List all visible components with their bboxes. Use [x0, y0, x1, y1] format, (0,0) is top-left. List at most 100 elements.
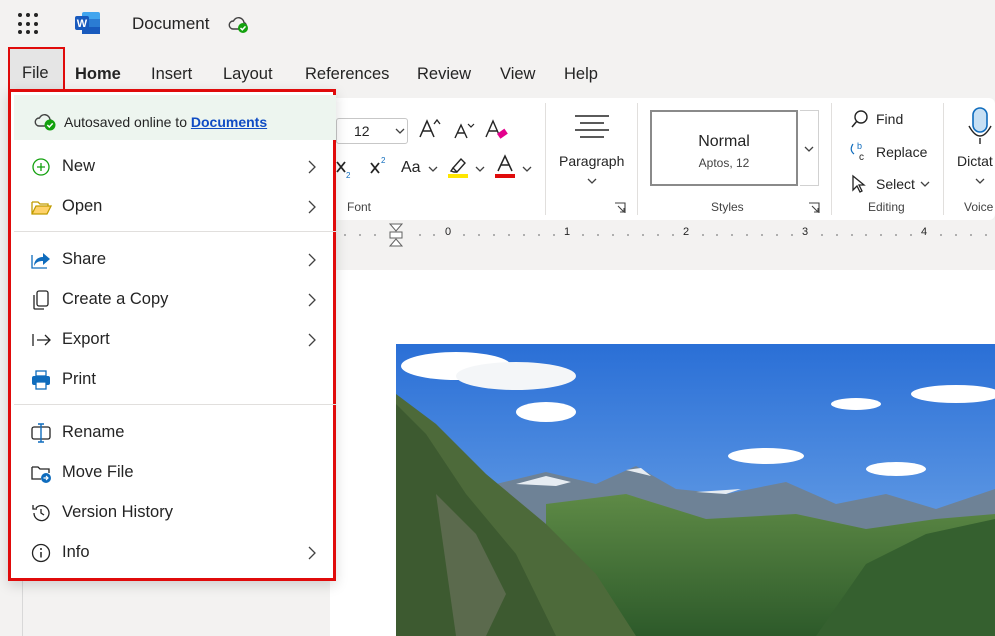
ruler-tick	[776, 234, 778, 236]
dictate-button[interactable]: Dictat	[957, 153, 993, 169]
svg-text:2: 2	[381, 156, 386, 165]
replace-icon: bc	[850, 141, 864, 162]
chevron-down-icon[interactable]	[428, 165, 438, 173]
svg-text:W: W	[77, 18, 88, 30]
chevron-down-icon[interactable]	[920, 180, 930, 188]
superscript-icon[interactable]: 2	[369, 155, 389, 177]
plus-circle-icon	[32, 158, 50, 176]
menu-item-label: Info	[62, 543, 90, 561]
tab-references[interactable]: References	[305, 65, 389, 84]
chevron-right-icon	[308, 293, 316, 307]
rename-icon	[31, 423, 51, 443]
chevron-down-icon	[804, 146, 814, 152]
clear-formatting-icon[interactable]	[484, 118, 510, 142]
ruler-tick	[880, 234, 882, 236]
ruler-tick	[731, 234, 733, 236]
ruler-tick	[821, 234, 823, 236]
cloud-saved-icon	[34, 114, 56, 131]
select-button[interactable]: Select	[876, 176, 915, 192]
tab-home[interactable]: Home	[75, 65, 121, 84]
chevron-right-icon	[308, 160, 316, 174]
menu-item-open[interactable]: Open	[14, 188, 336, 226]
ruler-tick	[865, 234, 867, 236]
styles-expand-button[interactable]	[800, 110, 819, 186]
change-case-button[interactable]: Aa	[401, 159, 421, 177]
menu-item-label: Export	[62, 330, 110, 348]
tab-insert[interactable]: Insert	[151, 65, 192, 84]
folder-open-icon	[31, 201, 52, 215]
app-launcher-icon[interactable]	[18, 13, 40, 35]
ruler-tick	[627, 234, 629, 236]
menu-item-label: Create a Copy	[62, 290, 169, 308]
style-description: Aptos, 12	[698, 156, 750, 170]
document-image-landscape[interactable]	[396, 344, 995, 636]
ruler-tick	[419, 234, 421, 236]
replace-button[interactable]: Replace	[876, 144, 927, 160]
chevron-right-icon	[308, 200, 316, 214]
cursor-select-icon	[852, 174, 866, 193]
indent-marker-icon[interactable]	[388, 222, 404, 248]
chevron-down-icon[interactable]	[522, 165, 532, 173]
microphone-icon[interactable]	[966, 106, 994, 146]
ruler-tick	[716, 234, 718, 236]
paragraph-icon[interactable]	[573, 113, 611, 141]
document-title[interactable]: Document	[132, 14, 209, 34]
menu-item-print[interactable]: Print	[14, 361, 336, 399]
cloud-saved-icon[interactable]	[227, 12, 251, 36]
font-color-icon[interactable]	[493, 154, 517, 180]
ruler-tick	[940, 234, 942, 236]
menu-item-move-file[interactable]: Move File	[14, 454, 336, 492]
menu-item-create-copy[interactable]: Create a Copy	[14, 281, 336, 319]
ruler-tick	[508, 234, 510, 236]
ruler-tick	[344, 234, 346, 236]
ribbon-separator	[545, 103, 546, 215]
chevron-down-icon[interactable]	[475, 165, 485, 173]
grow-font-icon[interactable]	[417, 117, 441, 141]
tab-review[interactable]: Review	[417, 65, 471, 84]
menu-divider	[14, 404, 336, 405]
menu-item-share[interactable]: Share	[14, 241, 336, 279]
dialog-launcher-icon[interactable]	[808, 202, 820, 214]
ruler-tick	[851, 234, 853, 236]
ruler-mark: 3	[802, 226, 809, 238]
tab-layout[interactable]: Layout	[223, 65, 273, 84]
tab-help[interactable]: Help	[564, 65, 598, 84]
menu-item-label: Move File	[62, 463, 134, 481]
paragraph-button[interactable]: Paragraph	[559, 153, 624, 169]
svg-text:c: c	[859, 152, 864, 162]
ruler-tick	[612, 234, 614, 236]
ruler-tick	[746, 234, 748, 236]
chevron-down-icon[interactable]	[587, 177, 597, 185]
menu-item-info[interactable]: Info	[14, 534, 336, 572]
voice-group-label: Voice	[964, 200, 994, 214]
ribbon-separator	[637, 103, 638, 215]
shrink-font-icon[interactable]	[453, 120, 475, 142]
subscript-icon[interactable]: 2	[336, 158, 352, 180]
style-gallery-normal[interactable]: Normal Aptos, 12	[650, 110, 798, 186]
ruler-tick	[836, 234, 838, 236]
highlighter-icon[interactable]	[446, 155, 470, 179]
menu-item-new[interactable]: New	[14, 148, 336, 186]
tab-file-label: File	[22, 64, 49, 82]
menu-item-export[interactable]: Export	[14, 321, 336, 359]
horizontal-ruler[interactable]: 0 1 2 3 4	[338, 222, 995, 248]
menu-item-label: Open	[62, 197, 103, 215]
font-size-select[interactable]: 12	[336, 118, 408, 144]
documents-link[interactable]: Documents	[191, 114, 267, 130]
chevron-right-icon	[308, 333, 316, 347]
menu-item-version-history[interactable]: Version History	[14, 494, 336, 532]
share-icon	[31, 253, 50, 269]
dialog-launcher-icon[interactable]	[614, 202, 626, 214]
tab-view[interactable]: View	[500, 65, 535, 84]
history-icon	[32, 504, 50, 522]
ruler-tick	[702, 234, 704, 236]
menu-item-rename[interactable]: Rename	[14, 414, 336, 452]
find-button[interactable]: Find	[876, 111, 903, 127]
ruler-tick	[642, 234, 644, 236]
style-name: Normal	[698, 133, 750, 150]
ruler-tick	[463, 234, 465, 236]
ruler-tick	[553, 234, 555, 236]
chevron-down-icon[interactable]	[975, 177, 985, 185]
printer-icon	[32, 370, 50, 390]
ruler-tick	[523, 234, 525, 236]
